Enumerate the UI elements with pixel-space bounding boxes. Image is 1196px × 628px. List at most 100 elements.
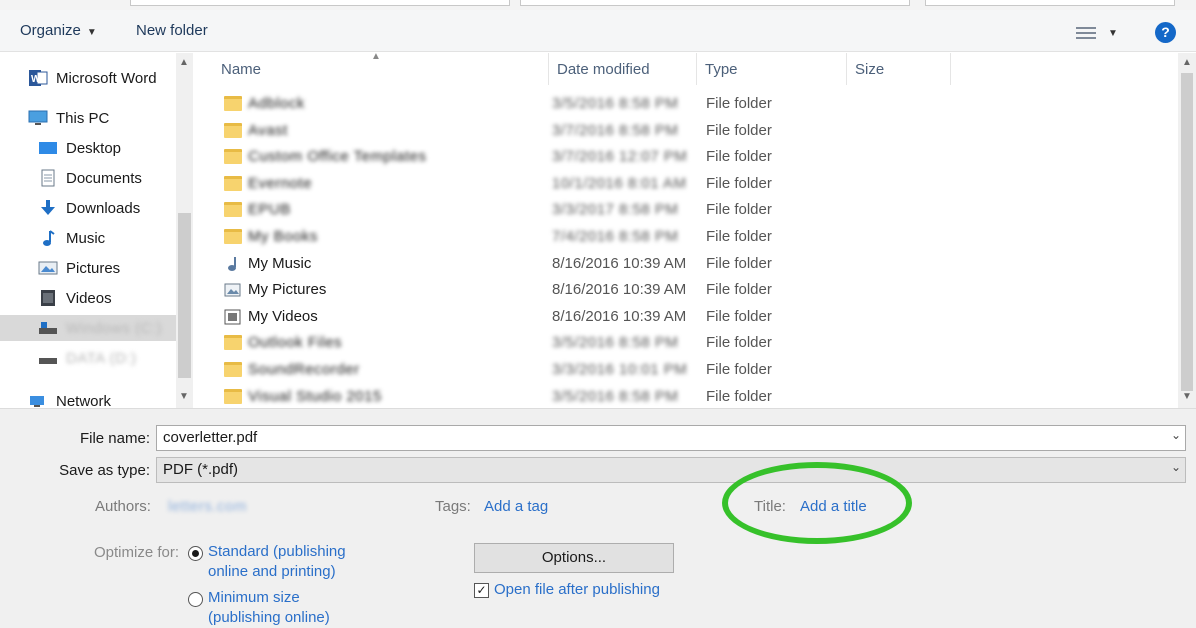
save-type-select[interactable]: PDF (*.pdf) ⌄ — [156, 457, 1186, 483]
chevron-up-icon[interactable]: ▲ — [1182, 57, 1192, 68]
nav-scrollbar[interactable]: ▲ ▼ — [176, 53, 193, 408]
open-after-checkbox[interactable]: ✓ — [474, 583, 489, 598]
table-row[interactable]: My Videos 8/16/2016 10:39 AM File folder — [195, 304, 1178, 330]
radio-standard-label[interactable]: Standard (publishing online and printing… — [208, 542, 346, 582]
column-header-name[interactable]: Name — [213, 53, 549, 85]
nav-item-music[interactable]: Music — [0, 225, 176, 251]
chevron-down-icon[interactable]: ▼ — [1108, 28, 1118, 39]
radio-standard-line1: Standard (publishing — [208, 543, 346, 560]
downloads-icon — [38, 199, 58, 217]
folder-icon — [224, 122, 242, 138]
nav-label: Videos — [66, 289, 112, 307]
table-row[interactable]: EPUB 3/3/2017 8:58 PM File folder — [195, 197, 1178, 223]
chevron-down-icon[interactable]: ▼ — [1182, 391, 1192, 402]
videos-folder-icon — [224, 309, 242, 325]
nav-item-downloads[interactable]: Downloads — [0, 195, 176, 221]
column-header-date[interactable]: Date modified — [549, 53, 697, 85]
nav-item-drive-c[interactable]: Windows (C:) — [0, 315, 176, 341]
navigation-pane: W Microsoft Word This PC Desktop Documen… — [0, 53, 176, 408]
folder-icon — [224, 175, 242, 191]
table-row[interactable]: My Pictures 8/16/2016 10:39 AM File folder — [195, 277, 1178, 303]
table-row[interactable]: My Music 8/16/2016 10:39 AM File folder — [195, 251, 1178, 277]
view-options-icon[interactable] — [1076, 26, 1096, 40]
row-name: SoundRecorder — [248, 361, 360, 378]
filename-field[interactable]: coverletter.pdf ⌄ — [156, 425, 1186, 451]
nav-item-documents[interactable]: Documents — [0, 165, 176, 191]
folder-icon — [224, 362, 242, 377]
radio-minimum-label[interactable]: Minimum size (publishing online) — [208, 588, 330, 628]
file-list: ▲ Name Date modified Type Size Adblock 3/… — [195, 53, 1178, 408]
table-row[interactable]: Evernote 10/1/2016 8:01 AM File folder — [195, 171, 1178, 197]
folder-icon — [224, 149, 242, 165]
column-header-size[interactable]: Size — [847, 53, 951, 85]
address-bar-mid[interactable] — [520, 0, 910, 6]
row-type: File folder — [706, 361, 772, 378]
address-bar[interactable] — [130, 0, 510, 6]
row-name: Custom Office Templates — [248, 148, 427, 166]
table-row[interactable]: Avast 3/7/2016 8:58 PM File folder — [195, 118, 1178, 144]
search-box[interactable] — [925, 0, 1175, 6]
pictures-icon — [38, 259, 58, 277]
nav-item-videos[interactable]: Videos — [0, 285, 176, 311]
new-folder-button[interactable]: New folder — [136, 22, 208, 39]
nav-item-desktop[interactable]: Desktop — [0, 135, 176, 161]
desktop-icon — [38, 139, 58, 157]
scroll-thumb[interactable] — [1181, 73, 1193, 391]
nav-item-pictures[interactable]: Pictures — [0, 255, 176, 281]
chevron-down-icon: ▼ — [86, 27, 97, 38]
nav-item-microsoft-word[interactable]: W Microsoft Word — [0, 65, 176, 91]
nav-label: Pictures — [66, 259, 121, 277]
table-row[interactable]: My Books 7/4/2016 8:58 PM File folder — [195, 224, 1178, 250]
chevron-down-icon[interactable]: ⌄ — [1171, 460, 1181, 474]
radio-standard[interactable] — [188, 546, 203, 561]
nav-label: DATA (D:) — [66, 349, 137, 367]
row-date: 3/3/2016 10:01 PM — [552, 361, 688, 378]
row-date: 7/4/2016 8:58 PM — [552, 228, 679, 245]
chevron-down-icon[interactable]: ▼ — [179, 391, 189, 402]
row-name: Adblock — [248, 95, 305, 112]
table-row[interactable]: Custom Office Templates 3/7/2016 12:07 PM… — [195, 144, 1178, 170]
list-scrollbar[interactable]: ▲ ▼ — [1178, 53, 1196, 408]
folder-icon — [224, 388, 242, 404]
radio-minimum-line1: Minimum size — [208, 589, 300, 606]
row-type: File folder — [706, 307, 772, 325]
options-button[interactable]: Options... — [474, 543, 674, 573]
tags-label: Tags: — [435, 498, 471, 515]
row-type: File folder — [706, 148, 772, 166]
help-icon[interactable]: ? — [1155, 22, 1176, 43]
row-date: 8/16/2016 10:39 AM — [552, 254, 687, 272]
tags-field[interactable]: Add a tag — [484, 498, 548, 515]
svg-text:W: W — [31, 74, 41, 85]
nav-item-this-pc[interactable]: This PC — [0, 105, 176, 131]
chevron-up-icon[interactable]: ▲ — [179, 57, 189, 68]
row-name: My Videos — [248, 307, 318, 325]
table-row[interactable]: Adblock 3/5/2016 8:58 PM File folder — [195, 91, 1178, 117]
nav-item-drive-d[interactable]: DATA (D:) — [0, 345, 176, 371]
documents-icon — [38, 169, 58, 187]
word-icon: W — [28, 69, 48, 87]
row-date: 8/16/2016 10:39 AM — [552, 281, 687, 299]
table-row[interactable]: Outlook Files 3/5/2016 8:58 PM File folder — [195, 330, 1178, 356]
row-name: Visual Studio 2015 — [248, 387, 382, 405]
radio-minimum[interactable] — [188, 592, 203, 607]
organize-label: Organize — [20, 22, 81, 39]
authors-value[interactable]: letters.com — [168, 498, 247, 515]
nav-item-network[interactable]: Network — [0, 388, 176, 408]
filename-label: File name: — [79, 430, 150, 447]
row-date: 8/16/2016 10:39 AM — [552, 307, 687, 325]
column-header-type[interactable]: Type — [697, 53, 847, 85]
save-type-value: PDF (*.pdf) — [163, 461, 239, 478]
chevron-down-icon[interactable]: ⌄ — [1171, 428, 1181, 442]
folder-icon — [224, 335, 242, 351]
row-date: 3/5/2016 8:58 PM — [552, 387, 679, 405]
scroll-thumb[interactable] — [178, 213, 191, 378]
row-type: File folder — [706, 254, 772, 272]
open-after-label[interactable]: Open file after publishing — [494, 581, 660, 598]
organize-button[interactable]: Organize ▼ — [20, 22, 97, 39]
table-row[interactable]: SoundRecorder 3/3/2016 10:01 PM File folde… — [195, 357, 1178, 383]
drive-icon — [38, 349, 58, 367]
row-type: File folder — [706, 228, 772, 245]
table-row[interactable]: Visual Studio 2015 3/5/2016 8:58 PM File f… — [195, 384, 1178, 408]
optimize-label: Optimize for: — [94, 544, 180, 561]
row-date: 3/3/2017 8:58 PM — [552, 201, 679, 219]
